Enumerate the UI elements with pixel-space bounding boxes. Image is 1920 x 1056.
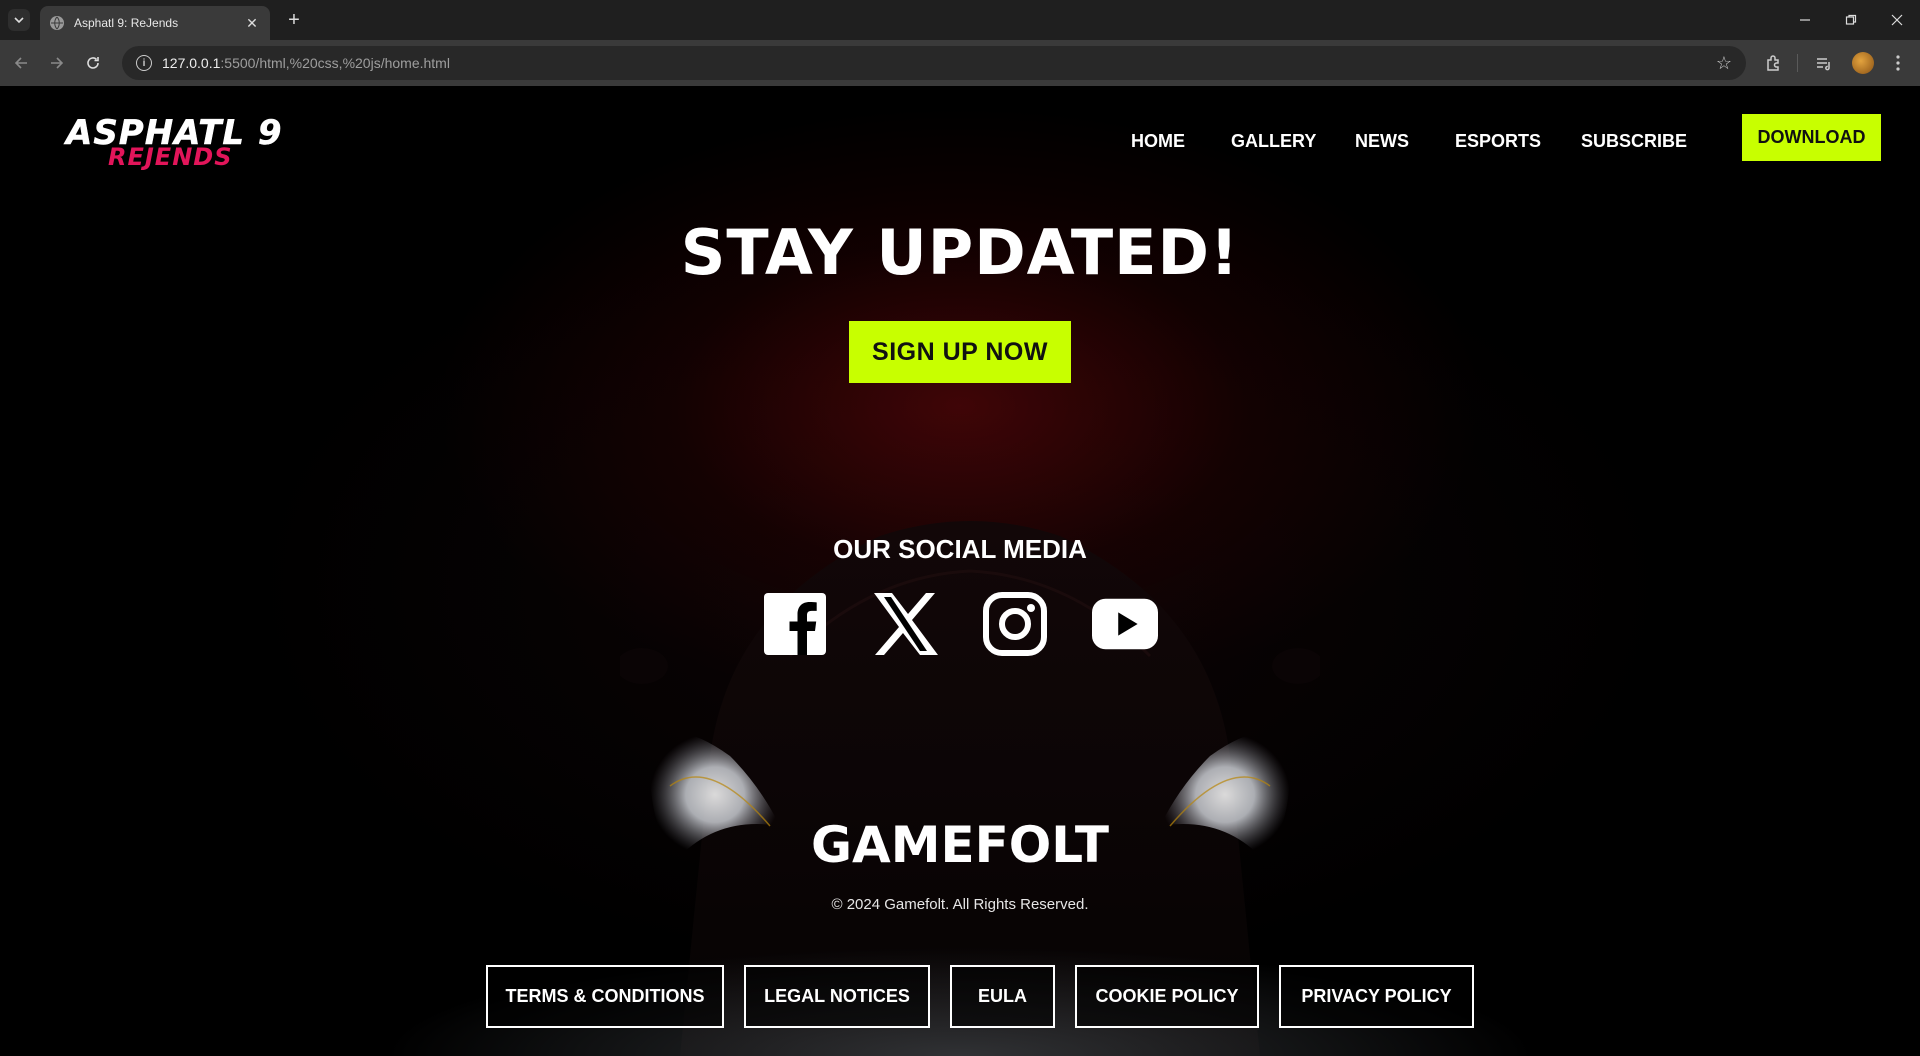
footer-link-eula[interactable]: EULA [950,965,1055,1028]
footer-brand: GAMEFOLT [811,816,1109,874]
url-text: 127.0.0.1:5500/html,%20css,%20js/home.ht… [162,55,450,71]
restore-icon [1845,14,1857,25]
instagram-link[interactable] [982,591,1048,657]
arrow-right-icon [51,57,64,69]
close-tab-icon[interactable]: ✕ [244,15,260,31]
tab-title: Asphatl 9: ReJends [74,16,179,30]
logo-subtitle: REJENDS [108,143,233,171]
more-vertical-icon [1896,55,1900,71]
footer-link-legal-notices[interactable]: LEGAL NOTICES [744,965,930,1028]
nav-subscribe[interactable]: SUBSCRIBE [1581,126,1687,156]
forward-button[interactable] [45,51,69,75]
url-host: 127.0.0.1 [162,55,221,71]
x-icon [874,593,938,655]
bookmark-star-icon[interactable]: ☆ [1714,53,1734,73]
chevron-down-icon [14,17,24,24]
browser-menu-button[interactable] [1886,51,1910,75]
hero-headline: STAY UPDATED! [680,216,1240,289]
youtube-link[interactable] [1092,591,1158,657]
puzzle-icon [1767,55,1779,71]
sign-up-button[interactable]: SIGN UP NOW [849,321,1071,383]
minimize-icon [1800,19,1810,21]
browser-tab[interactable]: Asphatl 9: ReJends ✕ [40,6,270,40]
restore-button[interactable] [1828,0,1874,40]
close-window-button[interactable] [1874,0,1920,40]
media-controls-button[interactable] [1812,51,1836,75]
tab-search-button[interactable] [8,9,30,31]
reload-icon [87,57,99,69]
youtube-icon [1092,598,1158,650]
minimize-button[interactable] [1782,0,1828,40]
site-info-icon[interactable]: i [136,55,152,71]
facebook-link[interactable] [762,591,828,657]
site-logo[interactable]: ASPHATL 9 REJENDS [66,114,302,172]
close-icon [1891,14,1903,26]
footer-link-privacy-policy[interactable]: PRIVACY POLICY [1279,965,1474,1028]
footer-link-cookie-policy[interactable]: COOKIE POLICY [1075,965,1259,1028]
footer-link-terms[interactable]: TERMS & CONDITIONS [486,965,724,1028]
nav-home[interactable]: HOME [1131,126,1185,156]
nav-news[interactable]: NEWS [1355,126,1409,156]
nav-gallery[interactable]: GALLERY [1231,126,1316,156]
instagram-icon [983,592,1047,656]
profile-avatar[interactable] [1852,52,1874,74]
globe-icon [50,16,64,30]
download-button[interactable]: DOWNLOAD [1742,114,1881,161]
browser-toolbar: i 127.0.0.1:5500/html,%20css,%20js/home.… [0,40,1920,86]
address-bar[interactable]: i 127.0.0.1:5500/html,%20css,%20js/home.… [122,46,1746,80]
url-path: :5500/html,%20css,%20js/home.html [220,55,450,71]
toolbar-divider [1797,54,1798,72]
copyright-text: © 2024 Gamefolt. All Rights Reserved. [831,896,1089,913]
page-viewport: ASPHATL 9 REJENDS HOME GALLERY NEWS ESPO… [0,86,1920,1056]
facebook-icon [764,593,826,655]
reload-button[interactable] [81,51,105,75]
playlist-icon [1817,58,1830,71]
arrow-left-icon [14,57,27,69]
nav-esports[interactable]: ESPORTS [1455,126,1541,156]
extensions-button[interactable] [1762,51,1786,75]
x-link[interactable] [872,591,938,657]
back-button[interactable] [9,51,33,75]
browser-tab-bar: Asphatl 9: ReJends ✕ + [0,0,1920,40]
new-tab-button[interactable]: + [282,8,306,32]
social-media-title: OUR SOCIAL MEDIA [833,534,1087,564]
